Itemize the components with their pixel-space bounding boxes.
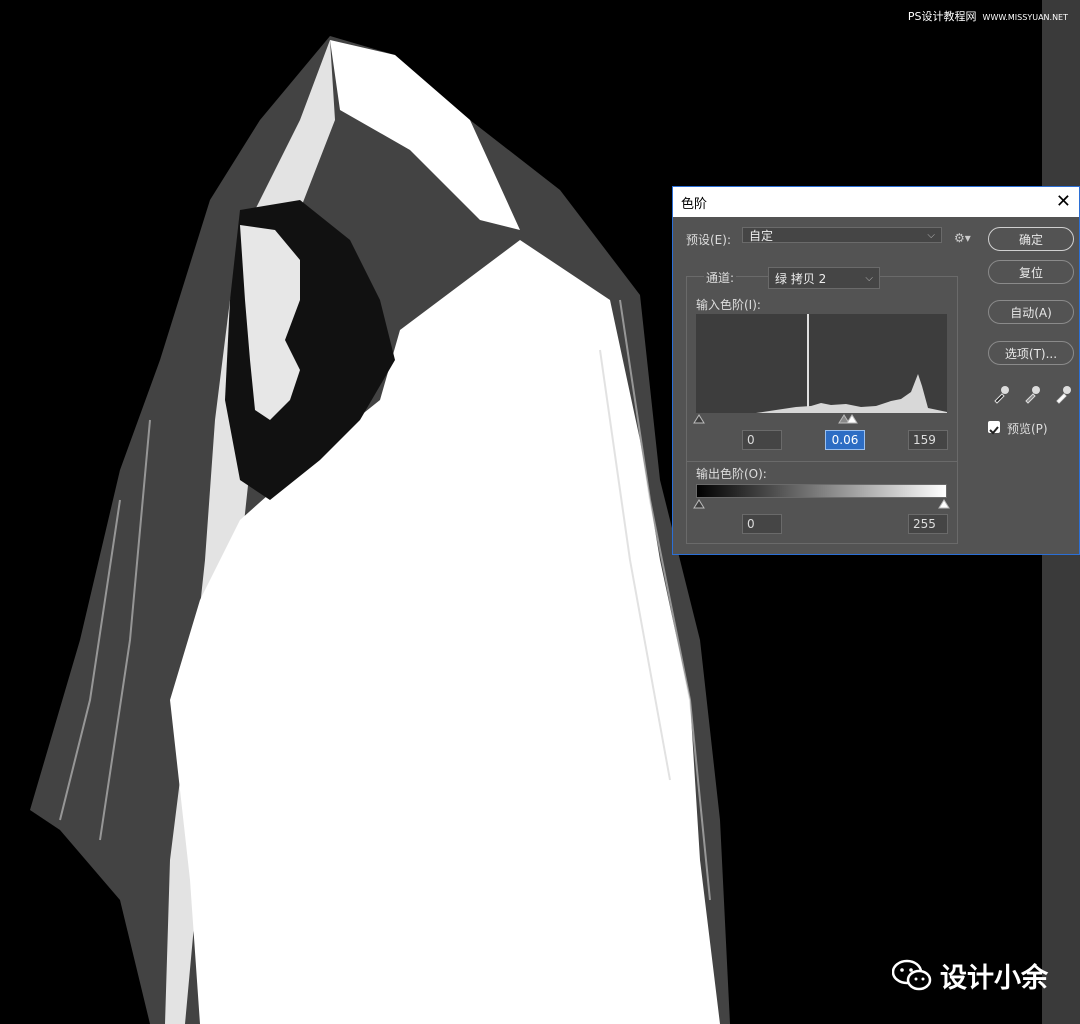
dialog-title: 色阶 <box>681 196 708 212</box>
close-icon[interactable]: ✕ <box>1056 193 1071 211</box>
preset-label: 预设(E): <box>686 233 731 247</box>
output-sliders[interactable] <box>692 497 954 511</box>
options-button[interactable]: 选项(T)... <box>988 341 1074 365</box>
input-gamma-field[interactable]: 0.06 <box>825 430 865 450</box>
dialog-titlebar[interactable]: 色阶 ✕ <box>673 187 1079 217</box>
preset-value: 自定 <box>749 228 774 243</box>
output-gradient <box>696 484 947 498</box>
white-eyedropper-icon[interactable] <box>1054 384 1072 404</box>
histogram-graph <box>696 314 947 413</box>
channel-label: 通道: <box>704 269 737 286</box>
gray-eyedropper-icon[interactable] <box>1023 384 1041 404</box>
input-black-field[interactable]: 0 <box>742 430 782 450</box>
output-black-field[interactable]: 0 <box>742 514 782 534</box>
output-white-field[interactable]: 255 <box>908 514 948 534</box>
input-sliders[interactable] <box>692 412 954 426</box>
preview-checkbox[interactable] <box>988 421 1000 435</box>
preset-dropdown[interactable]: 自定 ⌵ <box>742 227 942 243</box>
input-levels-label: 输入色阶(I): <box>696 298 761 312</box>
watermark-name: 设计小余 <box>940 963 1048 994</box>
watermark-url: WWW.MISSYUAN.NET <box>982 13 1068 22</box>
preview-label[interactable]: 预览(P) <box>1007 420 1048 437</box>
wechat-icon <box>892 959 932 990</box>
top-watermark: PS设计教程网 WWW.MISSYUAN.NET <box>908 8 1068 24</box>
watermark-site: PS设计教程网 <box>907 10 977 23</box>
divider <box>686 461 958 462</box>
reset-button[interactable]: 复位 <box>988 260 1074 284</box>
histogram <box>696 314 947 413</box>
ok-button[interactable]: 确定 <box>988 227 1074 251</box>
bottom-watermark: 设计小余 <box>892 956 1048 995</box>
output-levels-label: 输出色阶(O): <box>696 467 767 481</box>
channel-dropdown[interactable]: 绿 拷贝 2 ⌵ <box>768 267 880 289</box>
chevron-down-icon: ⌵ <box>865 272 873 284</box>
checkmark-icon <box>989 426 999 435</box>
black-eyedropper-icon[interactable] <box>992 384 1010 404</box>
chevron-down-icon: ⌵ <box>927 229 935 241</box>
channel-value: 绿 拷贝 2 <box>775 271 827 286</box>
input-white-field[interactable]: 159 <box>908 430 948 450</box>
auto-button[interactable]: 自动(A) <box>988 300 1074 324</box>
gear-icon[interactable]: ⚙▾ <box>954 231 971 245</box>
